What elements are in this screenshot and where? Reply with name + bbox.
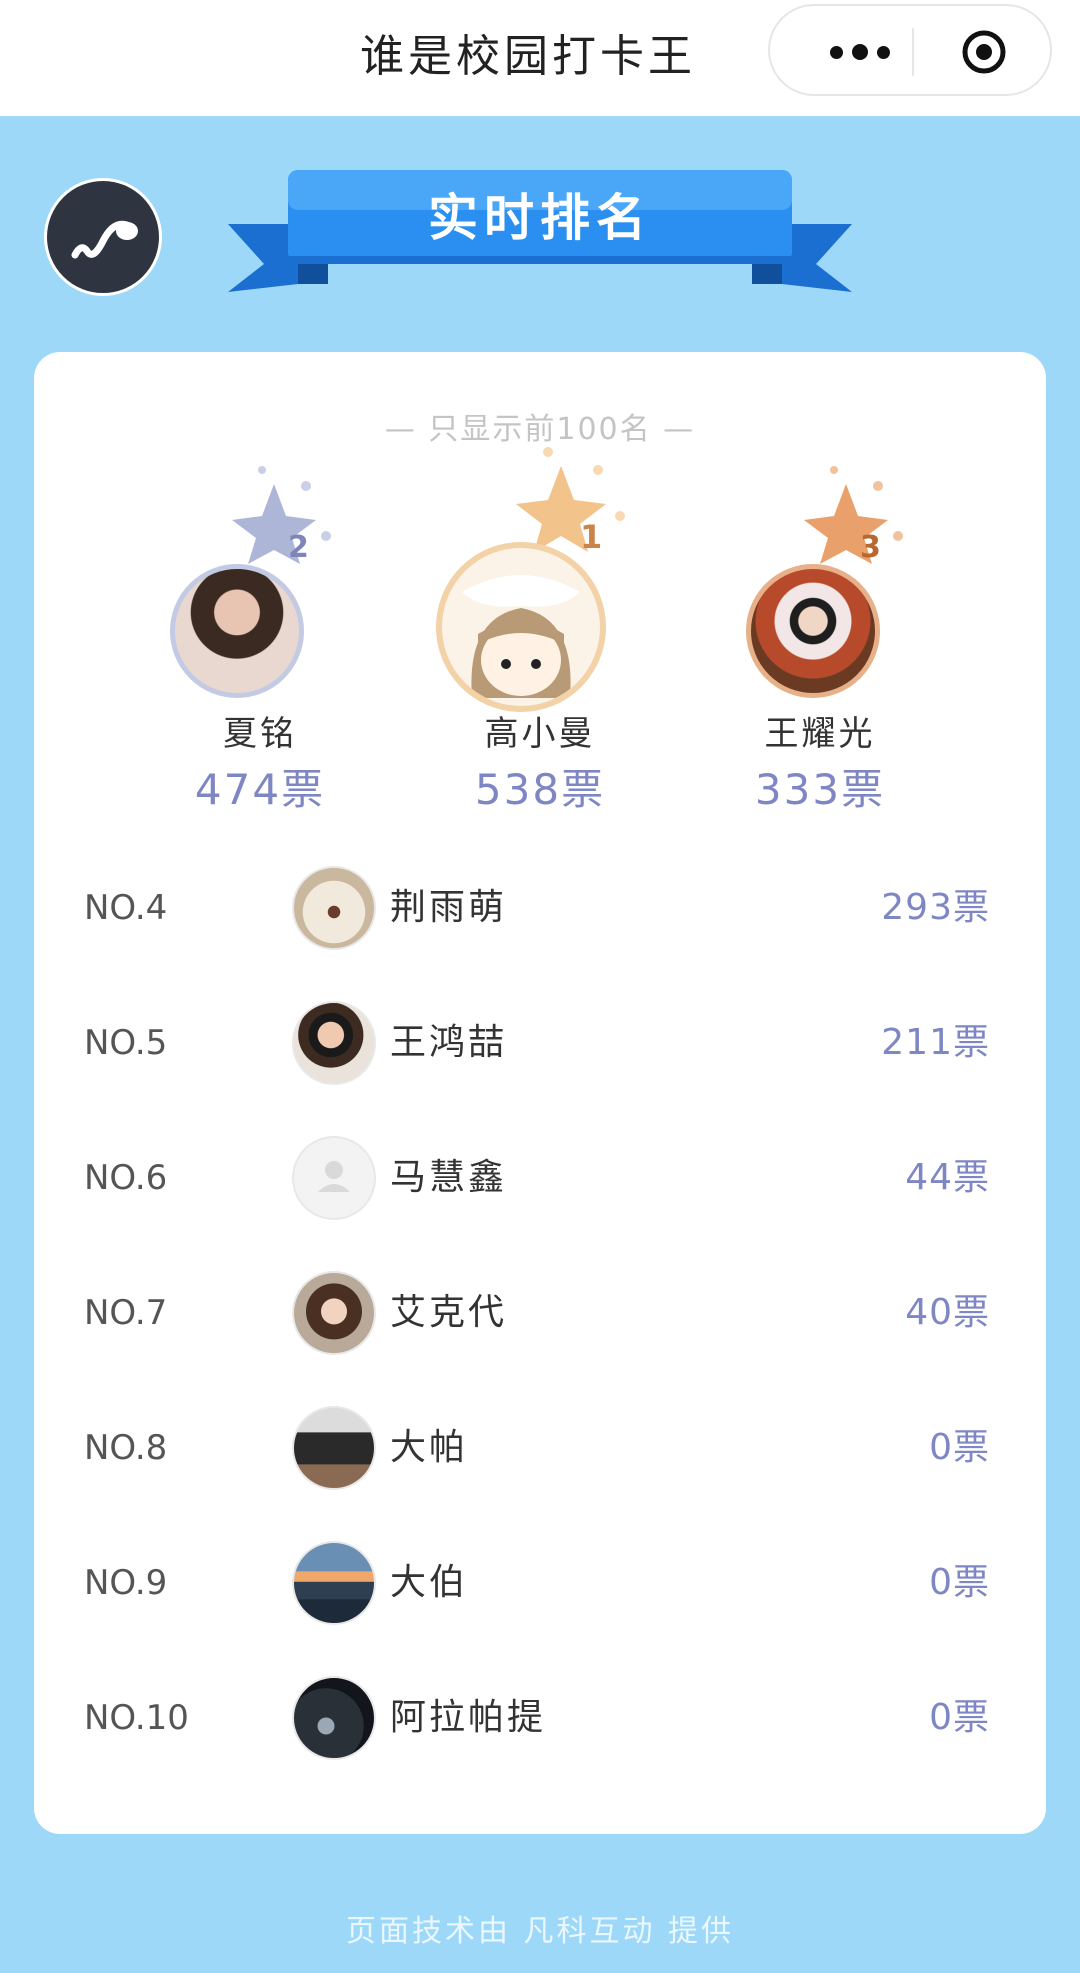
avatar-dog-photo (292, 866, 376, 950)
podium-name: 高小曼 (484, 714, 596, 754)
rank-no: NO.8 (84, 1428, 168, 1468)
mini-program-capsule (768, 4, 1052, 96)
player-name: 阿拉帕提 (390, 1697, 547, 1738)
top-nav-bar: 谁是校园打卡王 (0, 0, 1080, 116)
avatar-child-photo (746, 564, 880, 698)
player-name: 大伯 (390, 1562, 469, 1603)
podium-rank-1[interactable]: 1 高小曼 538票 (410, 447, 670, 814)
crown-3-icon (804, 466, 903, 564)
rank-no: NO.4 (84, 888, 168, 928)
rank-number: 2 (288, 530, 309, 565)
podium-name: 夏铭 (223, 714, 297, 754)
avatar-girl-photo (292, 1271, 376, 1355)
close-target-icon[interactable] (960, 28, 1008, 76)
page-title: 谁是校园打卡王 (360, 31, 696, 82)
rank-number: 3 (860, 530, 881, 565)
vote-count: 40票 (905, 1292, 990, 1333)
rank-no: NO.5 (84, 1023, 168, 1063)
vote-count: 293票 (881, 887, 990, 928)
footer-credit: 页面技术由 凡科互动 提供 (345, 1914, 735, 1949)
podium-votes: 538票 (474, 765, 606, 814)
avatar-cartoon-girl (436, 542, 606, 712)
rank-no: NO.9 (84, 1563, 168, 1603)
player-name: 荆雨萌 (390, 887, 508, 928)
avatar-sea-sunset-photo (292, 1541, 376, 1625)
avatar-default-user-icon (292, 1136, 376, 1220)
vote-count: 0票 (929, 1427, 990, 1468)
podium-votes: 333票 (754, 765, 886, 814)
rank-no: NO.6 (84, 1158, 168, 1198)
avatar-woman-photo (170, 564, 304, 698)
ranking-row[interactable]: NO.10 阿拉帕提 0票 (34, 1668, 1046, 1768)
capsule-divider (912, 28, 914, 76)
ranking-row[interactable]: NO.7 艾克代 40票 (34, 1263, 1046, 1363)
vote-count: 44票 (905, 1157, 990, 1198)
ranking-row[interactable]: NO.4 荆雨萌 293票 (34, 858, 1046, 958)
top100-note: — 只显示前100名 — (384, 412, 696, 447)
player-name: 大帕 (390, 1427, 469, 1468)
more-dots-icon[interactable] (810, 24, 910, 80)
avatar-cats-photo (292, 1406, 376, 1490)
ranking-row[interactable]: NO.9 大伯 0票 (34, 1533, 1046, 1633)
crown-2-icon (232, 466, 331, 564)
ranking-banner: 实时排名 (228, 168, 852, 298)
avatar-night-road-photo (292, 1676, 376, 1760)
ranking-card: — 只显示前100名 — 2 夏铭 474票 1 高小曼 538票 3 王耀光 … (34, 352, 1046, 1834)
ranking-row[interactable]: NO.8 大帕 0票 (34, 1398, 1046, 1498)
player-name: 王鸿喆 (390, 1022, 508, 1063)
avatar-boy-photo (292, 1001, 376, 1085)
crown-1-icon (516, 447, 625, 552)
rank-no: NO.7 (84, 1293, 168, 1333)
podium-votes: 474票 (194, 765, 326, 814)
ranking-row[interactable]: NO.5 王鸿喆 211票 (34, 993, 1046, 1093)
rank-no: NO.10 (84, 1698, 189, 1738)
vote-count: 0票 (929, 1697, 990, 1738)
banner-title: 实时排名 (428, 189, 652, 247)
podium-name: 王耀光 (764, 714, 876, 754)
vote-count: 211票 (881, 1022, 990, 1063)
ranking-row[interactable]: NO.6 马慧鑫 44票 (34, 1128, 1046, 1228)
music-note-icon (71, 220, 138, 259)
podium-rank-3[interactable]: 3 王耀光 333票 (690, 466, 950, 814)
music-toggle-button[interactable] (44, 178, 162, 296)
player-name: 马慧鑫 (390, 1157, 508, 1198)
vote-count: 0票 (929, 1562, 990, 1603)
rank-number: 1 (580, 518, 603, 556)
player-name: 艾克代 (390, 1292, 508, 1333)
podium-rank-2[interactable]: 2 夏铭 474票 (130, 466, 390, 814)
